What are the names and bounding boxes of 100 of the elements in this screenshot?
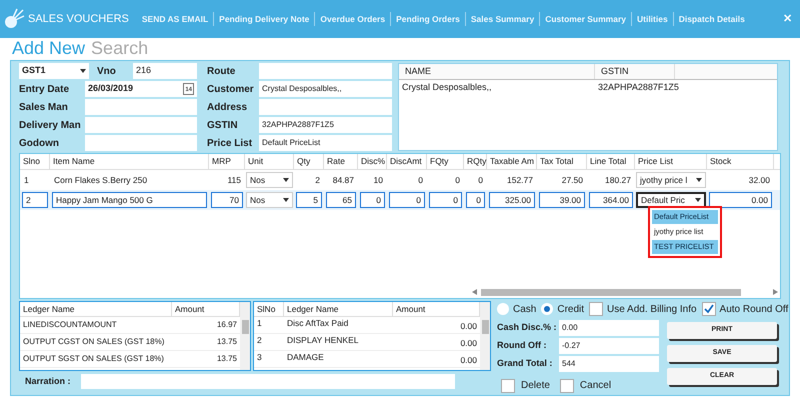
table-cell-text: 2 [256, 334, 263, 347]
table-cell[interactable]: 0.00 [393, 317, 480, 333]
scrollbar-thumb[interactable] [481, 288, 741, 296]
text-field[interactable]: 32APHPA2887F1Z5 [259, 117, 392, 133]
column-header: Slno [20, 154, 50, 169]
column-header: GSTIN [595, 64, 675, 79]
scroll-right-icon[interactable] [773, 289, 778, 295]
text-field[interactable] [85, 135, 197, 151]
column-header: Qty [294, 154, 324, 169]
field-label: Godown [19, 136, 60, 150]
dropdown[interactable]: Nos [246, 192, 293, 208]
table-cell-text: 1 [23, 174, 30, 187]
field-label: Entry Date [19, 82, 70, 96]
table-cell-text: 1 [256, 317, 263, 330]
column-header: MRP [209, 154, 245, 169]
checkbox[interactable] [501, 378, 515, 392]
table-cell[interactable]: 70 [211, 192, 243, 208]
table-cell-text: 27.50 [560, 174, 584, 187]
scrollbar[interactable] [240, 302, 250, 370]
text-field[interactable]: 0.00 [559, 320, 659, 336]
checkbox-label: Delete [521, 379, 550, 393]
radio-button[interactable] [497, 303, 509, 315]
text-field[interactable] [85, 99, 197, 115]
column-header: Disc% [358, 154, 387, 169]
table-cell[interactable]: 0 [389, 192, 425, 208]
text-field[interactable]: Default PriceList [259, 135, 392, 151]
field-label: Grand Total : [497, 357, 554, 370]
table-cell[interactable]: 0 [466, 192, 485, 208]
checkbox[interactable] [589, 302, 604, 316]
table-cell[interactable]: 5 [296, 192, 322, 208]
dropdown[interactable]: jyothy price l [636, 172, 706, 188]
scrollbar[interactable] [480, 302, 490, 370]
column-header: Item Name [50, 154, 209, 169]
column-header: Taxable Am [487, 154, 537, 169]
column-header: Stock [707, 154, 774, 169]
table-cell-text: OUTPUT CGST ON SALES (GST 18%) [22, 336, 166, 348]
table-cell[interactable]: 65 [326, 192, 356, 208]
text-field[interactable] [85, 117, 197, 133]
caret-icon [695, 198, 701, 202]
table-cell-text: 84.87 [332, 174, 355, 187]
app-logo-icon [3, 8, 25, 30]
table-cell[interactable]: 0 [360, 192, 385, 208]
column-header: Tax Total [537, 154, 587, 169]
table-cell[interactable]: 39.00 [539, 192, 585, 208]
table-cell-text: 0 [454, 174, 461, 187]
text-field[interactable] [259, 63, 392, 79]
scroll-left-icon[interactable] [472, 289, 477, 295]
text-field[interactable]: Crystal Desposalbles,, [259, 81, 392, 97]
table-cell-text: LINEDISCOUNTAMOUNT [22, 319, 118, 331]
dropdown[interactable]: Nos [246, 172, 293, 188]
checkbox-label: Cancel [580, 379, 612, 393]
field-label: Sales Man [19, 100, 69, 114]
table-cell-text: 152.77 [506, 174, 534, 187]
column-header: RQty [464, 154, 487, 169]
table-cell-text: Disc AftTax Paid [286, 317, 350, 330]
field-label: Address [207, 100, 248, 114]
radio-label: Cash [513, 302, 536, 316]
checkbox[interactable] [560, 378, 574, 392]
table-cell[interactable]: 325.00 [489, 192, 535, 208]
column-header: SlNo [254, 302, 284, 316]
field-label: Round Off : [497, 339, 548, 352]
radio-label: Credit [557, 302, 584, 316]
table-cell[interactable]: 0.00 [393, 334, 480, 350]
field-label: Route [207, 64, 236, 78]
column-header: Line Total [587, 154, 635, 169]
table-cell-text: DISPLAY HENKEL [286, 334, 360, 347]
column-header: Unit [245, 154, 294, 169]
caret-icon [283, 198, 289, 202]
table-cell[interactable]: 0 [429, 192, 462, 208]
table-cell-text: 32.00 [748, 174, 771, 187]
text-field[interactable]: 544 [559, 356, 659, 372]
caret-icon [696, 178, 702, 182]
table-cell[interactable]: 0.00 [709, 192, 772, 208]
narration-field[interactable] [81, 374, 455, 389]
table-cell-text: 115 [226, 174, 242, 187]
field-label: Vno [96, 64, 117, 78]
checkbox-label: Use Add. Billing Info [607, 302, 697, 316]
field-label: Price List [207, 136, 254, 150]
checkbox[interactable] [702, 302, 716, 316]
vno-field[interactable]: 216 [133, 63, 197, 79]
table-cell[interactable]: 364.00 [589, 192, 633, 208]
radio-button[interactable] [541, 303, 554, 315]
text-field[interactable] [259, 99, 392, 115]
table-cell-text: 13.75 [216, 336, 238, 348]
field-label: Narration : [25, 374, 72, 388]
table-cell-text: Corn Flakes S.Berry 250 [53, 174, 148, 187]
text-field[interactable]: -0.27 [559, 338, 659, 354]
checkbox-label: Auto Round Off [720, 302, 788, 316]
dropdown[interactable]: Default Pric [636, 192, 706, 208]
field-label: Delivery Man [19, 118, 82, 132]
table-cell-text: 2 [314, 174, 321, 187]
table-cell[interactable]: Happy Jam Mango 500 G [52, 192, 207, 208]
table-cell-text: OUTPUT SGST ON SALES (GST 18%) [22, 353, 165, 365]
series-dropdown[interactable]: GST1 [19, 63, 89, 79]
field-label: Cash Disc.% : [497, 321, 558, 334]
table-cell-text: 180.27 [604, 174, 632, 187]
table-cell[interactable]: 0.00 [393, 351, 480, 367]
table-cell[interactable]: 2 [22, 192, 48, 208]
column-header: Price List [635, 154, 707, 169]
column-header: Ledger Name [20, 302, 172, 316]
